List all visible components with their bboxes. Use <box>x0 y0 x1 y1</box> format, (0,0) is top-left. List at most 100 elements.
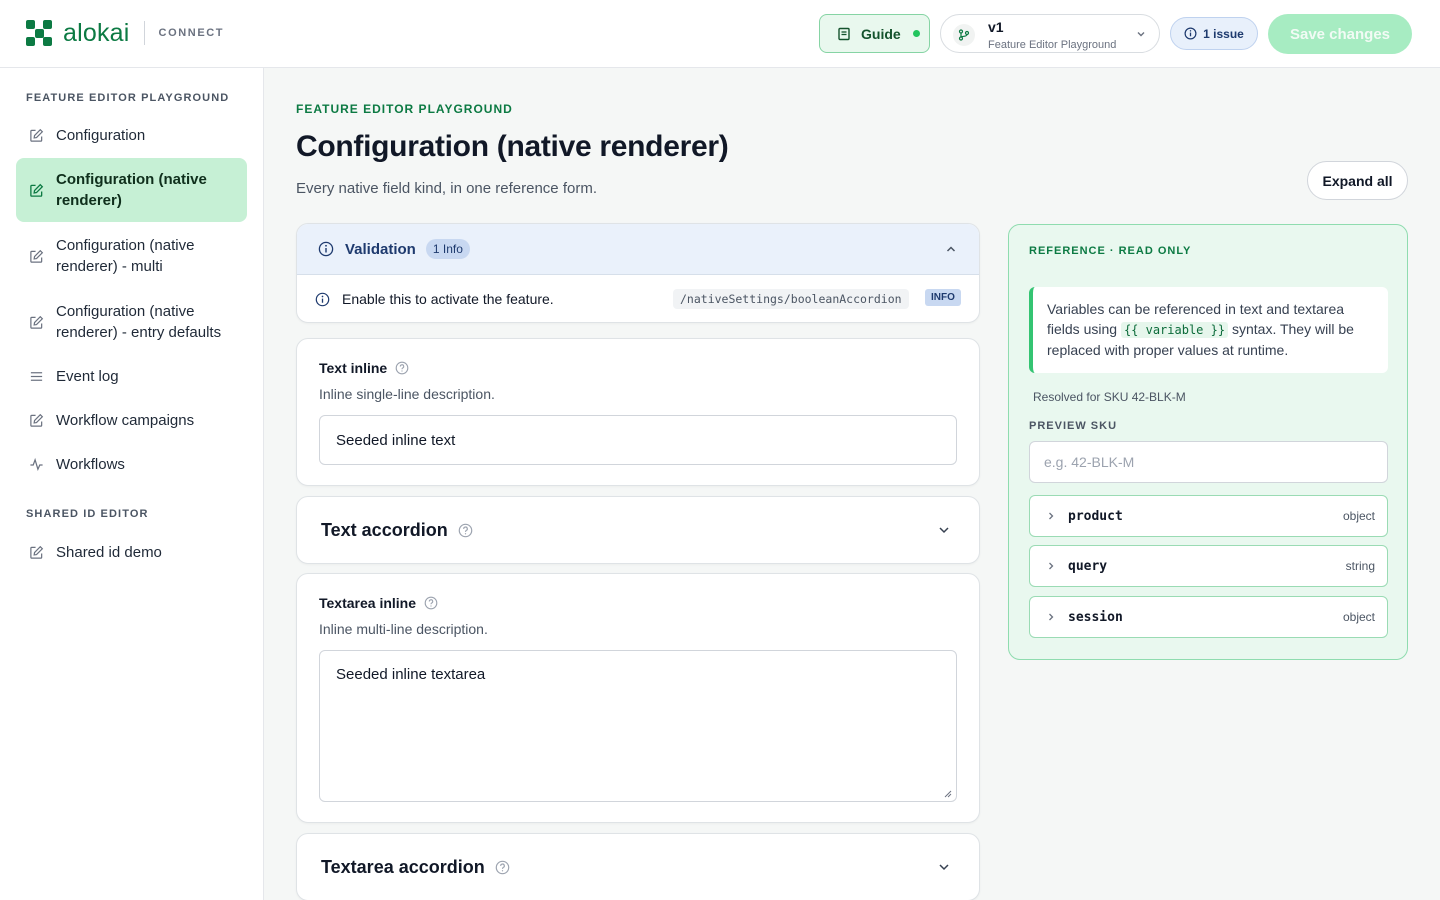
preview-sku-label: PREVIEW SKU <box>1029 420 1118 432</box>
validation-message: Enable this to activate the feature. <box>342 291 554 307</box>
validation-count-badge: 1 Info <box>425 239 470 259</box>
page-description: Every native field kind, in one referenc… <box>296 180 597 197</box>
preview-sku-input[interactable] <box>1029 441 1388 483</box>
variable-type: object <box>1342 509 1375 523</box>
edit-icon <box>28 544 44 560</box>
variable-name: query <box>1068 558 1108 574</box>
text-accordion-card[interactable]: Text accordion <box>296 496 980 564</box>
save-changes-button[interactable]: Save changes <box>1268 14 1412 54</box>
text-inline-description: Inline single-line description. <box>319 386 495 402</box>
sidebar-item-label: Configuration (native renderer) - entry … <box>56 303 222 341</box>
validation-header[interactable]: Validation 1 Info <box>297 224 979 275</box>
sidebar-item-configuration-native-renderer[interactable]: Configuration (native renderer) <box>16 158 247 222</box>
guide-label: Guide <box>861 25 901 42</box>
chevron-down-icon <box>939 864 949 871</box>
variable-type: object <box>1342 610 1375 624</box>
sidebar-item-configuration[interactable]: Configuration <box>16 115 247 155</box>
guide-button[interactable]: Guide <box>819 14 930 53</box>
sidebar-item-label: Workflows <box>56 455 125 473</box>
validation-item[interactable]: Enable this to activate the feature. /na… <box>297 275 979 322</box>
text-inline-input[interactable] <box>319 415 957 465</box>
sidebar-item-shared-id-demo[interactable]: Shared id demo <box>16 532 247 572</box>
variable-syntax-code: {{ variable }} <box>1120 322 1229 338</box>
textarea-accordion-card[interactable]: Textarea accordion <box>296 833 980 900</box>
info-icon <box>1184 27 1197 40</box>
validation-title: Validation <box>345 240 416 258</box>
list-icon <box>28 368 44 384</box>
chevron-right-icon <box>1049 613 1054 621</box>
text-inline-field-card: Text inline Inline single-line descripti… <box>296 338 980 486</box>
chevron-up-icon <box>946 246 956 252</box>
field-label-text: Textarea inline <box>319 595 417 611</box>
info-icon <box>315 292 330 306</box>
textarea-inline-input[interactable]: Seeded inline textarea <box>319 650 957 802</box>
brand-logo[interactable]: alokai CONNECT <box>26 20 224 46</box>
version-name: v1 <box>988 19 1004 35</box>
edit-icon <box>28 314 44 330</box>
textarea-accordion-title: Textarea accordion <box>321 856 485 877</box>
edit-icon <box>28 182 44 198</box>
textarea-inline-description: Inline multi-line description. <box>319 621 488 637</box>
chevron-right-icon <box>1049 512 1054 520</box>
expand-all-button[interactable]: Expand all <box>1307 161 1408 200</box>
edit-icon <box>28 412 44 428</box>
sidebar-item-label: Configuration <box>56 126 146 144</box>
page-eyebrow: FEATURE EDITOR PLAYGROUND <box>296 102 513 116</box>
variable-name: session <box>1068 609 1123 625</box>
sidebar-section-title: FEATURE EDITOR PLAYGROUND <box>26 92 230 104</box>
version-subtitle: Feature Editor Playground <box>988 39 1117 51</box>
resize-handle-icon[interactable] <box>944 790 952 798</box>
sidebar-item-workflow-campaigns[interactable]: Workflow campaigns <box>16 400 247 440</box>
top-bar: alokai CONNECT Guide v1 Feature Editor P… <box>0 0 1440 68</box>
sidebar-item-label: Workflow campaigns <box>56 411 195 429</box>
brand-divider <box>143 21 145 45</box>
guide-status-dot <box>912 30 920 37</box>
sidebar-item-label: Shared id demo <box>56 543 162 561</box>
text-inline-label: Text inline <box>319 360 409 376</box>
field-label-text: Text inline <box>319 360 388 376</box>
activity-icon <box>28 456 44 472</box>
page-title: Configuration (native renderer) <box>296 130 729 163</box>
help-icon[interactable] <box>395 361 409 375</box>
sidebar-item-label: Configuration (native renderer) <box>56 171 207 209</box>
sidebar-item-label: Configuration (native renderer) - multi <box>56 237 195 275</box>
variable-row-product[interactable]: product object <box>1029 495 1388 537</box>
issues-label: 1 issue <box>1203 26 1244 41</box>
validation-level-badge: INFO <box>925 289 961 306</box>
book-icon <box>838 27 850 40</box>
brand-subtitle: CONNECT <box>158 27 225 39</box>
sidebar: FEATURE EDITOR PLAYGROUND Configuration … <box>0 68 264 900</box>
reference-note: Variables can be referenced in text and … <box>1029 287 1388 373</box>
help-icon[interactable] <box>495 860 510 875</box>
textarea-inline-label: Textarea inline <box>319 595 438 611</box>
variable-row-session[interactable]: session object <box>1029 596 1388 638</box>
validation-panel: Validation 1 Info Enable this to activat… <box>296 223 980 323</box>
chevron-right-icon <box>1049 562 1054 570</box>
sidebar-item-configuration-native-renderer-entry-defaults[interactable]: Configuration (native renderer) - entry … <box>16 290 247 354</box>
edit-icon <box>28 248 44 264</box>
chevron-down-icon <box>939 527 949 534</box>
issues-button[interactable]: 1 issue <box>1170 17 1258 50</box>
help-icon[interactable] <box>424 596 438 610</box>
textarea-inline-field-card: Textarea inline Inline multi-line descri… <box>296 573 980 823</box>
version-selector[interactable]: v1 Feature Editor Playground <box>940 14 1160 53</box>
text-accordion-title: Text accordion <box>321 519 448 540</box>
edit-icon <box>28 127 44 143</box>
variable-type: string <box>1345 559 1375 573</box>
variable-name: product <box>1068 508 1123 524</box>
info-icon <box>318 241 334 257</box>
sidebar-item-configuration-native-renderer-multi[interactable]: Configuration (native renderer) - multi <box>16 224 247 288</box>
brand-name: alokai <box>63 19 130 47</box>
validation-path: /nativeSettings/booleanAccordion <box>673 289 909 309</box>
chevron-down-icon <box>1137 32 1145 37</box>
variable-row-query[interactable]: query string <box>1029 545 1388 587</box>
sidebar-item-event-log[interactable]: Event log <box>16 356 247 396</box>
sidebar-item-label: Event log <box>56 367 119 385</box>
sidebar-item-workflows[interactable]: Workflows <box>16 444 247 484</box>
help-icon[interactable] <box>458 523 473 538</box>
reference-panel: REFERENCE · READ ONLY Variables can be r… <box>1008 224 1408 660</box>
sidebar-section-title: SHARED ID EDITOR <box>26 508 149 520</box>
reference-eyebrow: REFERENCE · READ ONLY <box>1029 245 1192 257</box>
branch-icon <box>953 24 975 46</box>
alokai-logo-icon <box>26 20 52 46</box>
